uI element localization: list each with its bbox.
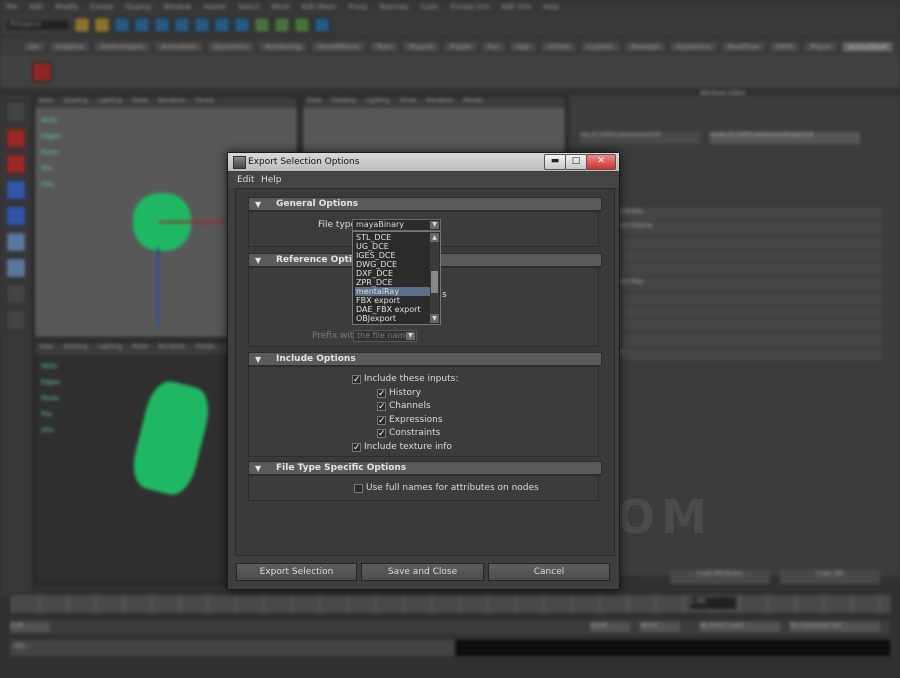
full-names-checkbox[interactable] <box>354 484 363 493</box>
scroll-down-icon[interactable]: ▼ <box>430 314 439 323</box>
dialog-menubar: Edit Help <box>228 172 619 188</box>
collapse-triangle-icon: ▼ <box>255 200 262 209</box>
minimize-button[interactable]: ▬ <box>544 154 566 170</box>
dialog-titlebar[interactable]: Export Selection Options ▬ □ ✕ <box>228 153 619 171</box>
include-texture-checkbox[interactable]: ✓ <box>352 443 361 453</box>
file-type-option[interactable]: DAE_FBX export <box>355 305 432 314</box>
section-title: General Options <box>276 199 359 209</box>
collapse-triangle-icon: ▼ <box>255 256 262 265</box>
section-file-type-specific-options[interactable]: ▼ File Type Specific Options <box>248 461 602 475</box>
collapse-triangle-icon: ▼ <box>255 355 262 364</box>
include-texture-label: Include texture info <box>364 442 452 452</box>
reference-option-text: s <box>442 290 447 300</box>
include-inputs-checkbox[interactable]: ✓ <box>352 375 361 385</box>
constraints-checkbox[interactable]: ✓ <box>377 429 386 439</box>
dialog-title: Export Selection Options <box>248 157 360 167</box>
constraints-label: Constraints <box>389 428 441 438</box>
maximize-button[interactable]: □ <box>565 154 587 170</box>
file-type-option[interactable]: OBJexport <box>355 314 432 323</box>
prefix-value: the file name <box>357 331 411 340</box>
file-type-option[interactable]: DXF_DCE <box>355 269 432 278</box>
file-type-dropdown[interactable]: mayaBinary ▼ <box>352 219 441 231</box>
file-type-option[interactable]: IGES_DCE <box>355 251 432 260</box>
close-button[interactable]: ✕ <box>586 154 616 170</box>
menu-edit[interactable]: Edit <box>237 175 254 185</box>
file-type-option[interactable]: STL_DCE <box>355 233 432 242</box>
expressions-checkbox[interactable]: ✓ <box>377 416 386 426</box>
channels-checkbox[interactable]: ✓ <box>377 402 386 412</box>
file-type-value: mayaBinary <box>356 220 405 229</box>
prefix-dropdown[interactable]: the file name ▼ <box>353 330 417 342</box>
expressions-label: Expressions <box>389 415 443 425</box>
channels-label: Channels <box>389 401 431 411</box>
chevron-down-icon: ▼ <box>430 221 439 229</box>
file-type-option-highlighted[interactable]: mentalRay <box>355 287 432 296</box>
history-label: History <box>389 388 422 398</box>
include-inputs-label: Include these inputs: <box>364 374 459 384</box>
chevron-down-icon: ▼ <box>406 332 415 340</box>
maya-app-icon <box>233 156 246 169</box>
section-title: Include Options <box>276 354 356 364</box>
full-names-label: Use full names for attributes on nodes <box>366 483 539 493</box>
save-and-close-button[interactable]: Save and Close <box>361 563 484 581</box>
section-include-options[interactable]: ▼ Include Options <box>248 352 602 366</box>
file-type-option[interactable]: FBX export <box>355 296 432 305</box>
file-type-option[interactable]: UG_DCE <box>355 242 432 251</box>
section-general-options[interactable]: ▼ General Options <box>248 197 602 211</box>
file-type-listbox[interactable]: STL_DCE UG_DCE IGES_DCE DWG_DCE DXF_DCE … <box>352 231 441 325</box>
cancel-button[interactable]: Cancel <box>488 563 610 581</box>
section-title: File Type Specific Options <box>276 463 407 473</box>
scroll-up-icon[interactable]: ▲ <box>430 233 439 242</box>
file-type-option[interactable]: DWG_DCE <box>355 260 432 269</box>
history-checkbox[interactable]: ✓ <box>377 389 386 399</box>
menu-help[interactable]: Help <box>261 175 282 185</box>
listbox-scrollbar[interactable]: ▲ ▼ <box>430 233 439 323</box>
file-type-option[interactable]: ZPR_DCE <box>355 278 432 287</box>
collapse-triangle-icon: ▼ <box>255 464 262 473</box>
scrollbar-thumb[interactable] <box>431 271 438 293</box>
export-selection-button[interactable]: Export Selection <box>236 563 357 581</box>
